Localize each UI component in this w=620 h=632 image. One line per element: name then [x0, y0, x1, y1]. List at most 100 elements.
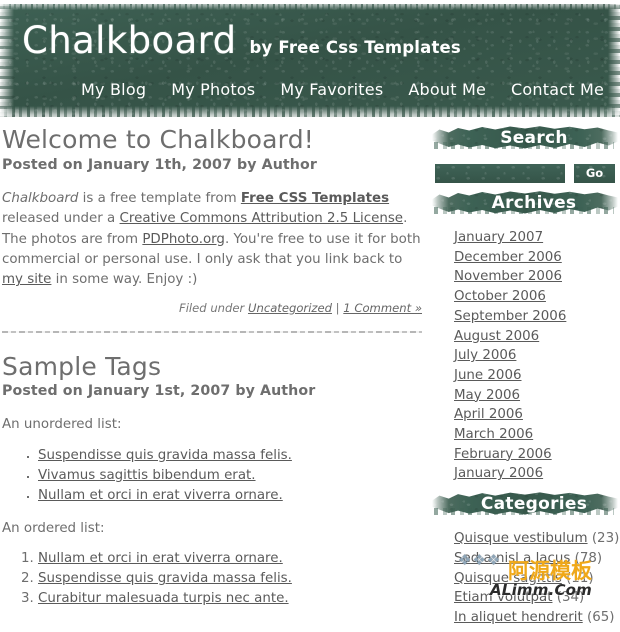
link-my-site[interactable]: my site [2, 272, 51, 287]
list-item: September 2006 [454, 307, 620, 327]
nav-item-about-me[interactable]: About Me [408, 80, 486, 99]
category-count: (11) [566, 570, 594, 586]
nav-item-my-blog[interactable]: My Blog [81, 80, 146, 99]
search-input[interactable] [435, 164, 565, 183]
sidebar-heading-search: Search [432, 122, 620, 154]
sidebar-heading-label: Search [500, 128, 568, 148]
archive-link[interactable]: June 2006 [454, 368, 522, 383]
search-form: Go [432, 154, 620, 183]
list-item: Quisque vestibulum (23) [454, 529, 620, 549]
list-item: Vivamus sagittis bibendum erat. [38, 466, 422, 485]
link-pdphoto[interactable]: PDPhoto.org [142, 232, 225, 247]
list-item: January 2007 [454, 228, 620, 248]
list-item: January 2006 [454, 464, 620, 484]
link-free-css-templates[interactable]: Free CSS Templates [241, 191, 389, 206]
post-divider [2, 330, 422, 333]
post-body: An unordered list: Suspendisse quis grav… [2, 415, 422, 608]
post-body: Chalkboard is a free template from Free … [2, 189, 422, 291]
unordered-list: Suspendisse quis gravida massa felis. Vi… [2, 446, 422, 505]
post-text-1: is a free template from [78, 190, 241, 206]
post-paragraph: Chalkboard is a free template from Free … [2, 189, 422, 291]
category-link[interactable]: In aliquet hendrerit [454, 610, 583, 625]
header-bottom-chalk-edge [0, 106, 620, 122]
post-footer: Filed under Uncategorized | 1 Comment » [2, 301, 422, 315]
filed-under-label: Filed under [179, 300, 248, 315]
site-header: Chalkboard by Free Css Templates My Blog… [0, 0, 620, 122]
archive-link[interactable]: July 2006 [454, 348, 516, 363]
site-title[interactable]: Chalkboard [22, 22, 237, 59]
sidebar-block-categories: Categories Quisque vestibulum (23) Sed a… [432, 488, 620, 628]
list-item: Curabitur malesuada turpis nec ante. [38, 589, 422, 608]
list-item: Suspendisse quis gravida massa felis. [38, 569, 422, 588]
category-link[interactable]: Etiam volutpat [454, 590, 552, 605]
categories-list: Quisque vestibulum (23) Sed a nisl a lac… [454, 529, 620, 628]
list-item-link[interactable]: Suspendisse quis gravida massa felis. [38, 571, 292, 586]
list-item-link[interactable]: Curabitur malesuada turpis nec ante. [38, 591, 289, 606]
archive-link[interactable]: January 2007 [454, 230, 543, 245]
sidebar-heading-archives: Archives [432, 187, 620, 219]
categories-body: Quisque vestibulum (23) Sed a nisl a lac… [432, 520, 620, 628]
header-left-chalk-edge [0, 0, 14, 122]
archive-link[interactable]: November 2006 [454, 269, 562, 284]
post-title[interactable]: Welcome to Chalkboard! [2, 125, 422, 155]
link-post-category[interactable]: Uncategorized [248, 301, 332, 315]
archive-link[interactable]: March 2006 [454, 427, 533, 442]
archive-link[interactable]: January 2006 [454, 466, 543, 481]
list-item-link[interactable]: Nullam et orci in erat viverra ornare. [38, 551, 283, 566]
archive-link[interactable]: August 2006 [454, 329, 539, 344]
link-free-css-templates-wrap: Free CSS Templates [241, 191, 389, 206]
list-item: July 2006 [454, 346, 620, 366]
sidebar-heading-label: Archives [491, 193, 577, 213]
post-meta: Posted on January 1th, 2007 by Author [2, 156, 317, 173]
nav-item-my-favorites[interactable]: My Favorites [280, 80, 383, 99]
category-link[interactable]: Quisque sagittis [454, 571, 562, 586]
sidebar-block-archives: Archives January 2007 December 2006 Nove… [432, 187, 620, 484]
list-item-link[interactable]: Nullam et orci in erat viverra ornare. [38, 488, 283, 503]
list-item-link[interactable]: Vivamus sagittis bibendum erat. [38, 468, 256, 483]
list-item: Nullam et orci in erat viverra ornare. [38, 486, 422, 505]
nav-item-my-photos[interactable]: My Photos [171, 80, 255, 99]
list-item: Sed a nisl a lacus (78) [454, 549, 620, 569]
link-post-comments[interactable]: 1 Comment » [343, 301, 422, 315]
sidebar-heading-categories: Categories [432, 488, 620, 520]
list-item: December 2006 [454, 248, 620, 268]
archive-link[interactable]: February 2006 [454, 447, 552, 462]
template-name-emphasis: Chalkboard [2, 190, 79, 206]
list-item: Nullam et orci in erat viverra ornare. [38, 549, 422, 568]
list-item: May 2006 [454, 386, 620, 406]
site-tagline: by Free Css Templates [249, 38, 461, 57]
list-item: April 2006 [454, 405, 620, 425]
category-link[interactable]: Sed a nisl a lacus [454, 551, 570, 566]
unordered-list-intro: An unordered list: [2, 417, 122, 433]
category-count: (65) [586, 609, 615, 625]
sidebar: Search Go Archives January 2007 December… [432, 122, 620, 632]
main-navigation: My Blog My Photos My Favorites About Me … [81, 80, 604, 99]
archive-link[interactable]: May 2006 [454, 388, 520, 403]
list-item: October 2006 [454, 287, 620, 307]
search-go-button[interactable]: Go [574, 164, 615, 183]
archive-link[interactable]: April 2006 [454, 407, 523, 422]
list-item: Quisque sagittis (11) [454, 569, 620, 589]
archive-link[interactable]: October 2006 [454, 289, 546, 304]
ordered-list: Nullam et orci in erat viverra ornare. S… [2, 549, 422, 608]
nav-item-contact-me[interactable]: Contact Me [511, 80, 604, 99]
category-link[interactable]: Quisque vestibulum [454, 531, 588, 546]
category-count: (23) [591, 531, 620, 547]
list-item: March 2006 [454, 425, 620, 445]
header-right-chalk-edge [608, 0, 620, 122]
list-item: Suspendisse quis gravida massa felis. [38, 446, 422, 465]
post-welcome: Welcome to Chalkboard! Posted on January… [2, 125, 422, 315]
archives-list: January 2007 December 2006 November 2006… [454, 228, 620, 484]
list-item: August 2006 [454, 327, 620, 347]
link-creative-commons-license[interactable]: Creative Commons Attribution 2.5 License [120, 211, 404, 226]
site-branding: Chalkboard by Free Css Templates [22, 22, 461, 59]
sidebar-heading-label: Categories [480, 494, 588, 515]
header-top-chalk-edge [0, 0, 620, 10]
archive-link[interactable]: September 2006 [454, 309, 566, 324]
post-sample-tags: Sample Tags Posted on January 1st, 2007 … [2, 352, 422, 609]
post-title[interactable]: Sample Tags [2, 352, 422, 382]
ordered-list-intro: An ordered list: [2, 520, 105, 536]
list-item-link[interactable]: Suspendisse quis gravida massa felis. [38, 448, 292, 463]
list-item: In aliquet hendrerit (65) [454, 608, 620, 628]
archive-link[interactable]: December 2006 [454, 250, 562, 265]
